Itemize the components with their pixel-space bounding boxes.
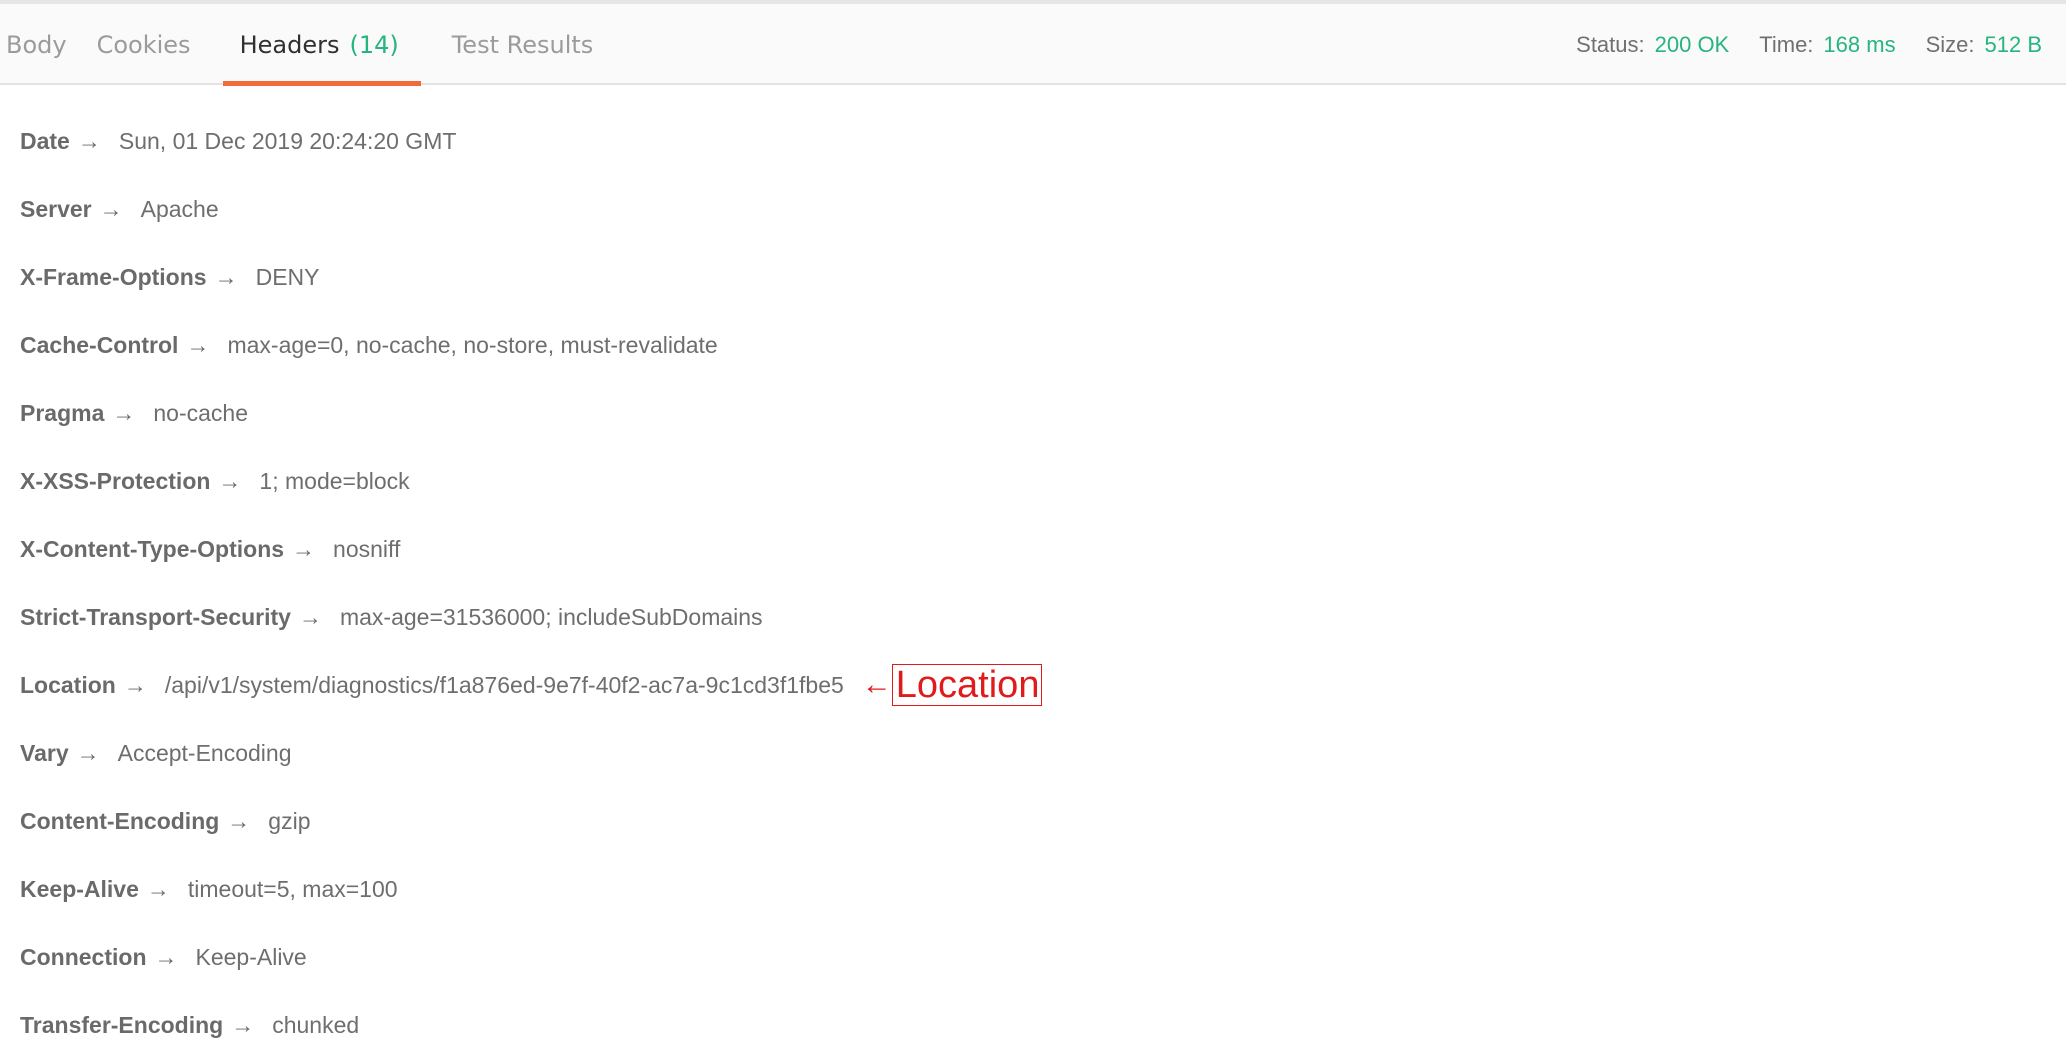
header-row: Date → Sun, 01 Dec 2019 20:24:20 GMT — [20, 107, 1042, 175]
header-value: chunked — [272, 1011, 360, 1038]
arrow-right-icon: → — [146, 875, 170, 902]
header-row: Vary → Accept-Encoding — [20, 719, 1042, 787]
header-row: X-Frame-Options → DENY — [20, 243, 1042, 311]
time-value[interactable]: 168 ms — [1823, 32, 1895, 57]
tab-headers[interactable]: Headers (14) — [222, 4, 421, 86]
header-value: timeout=5, max=100 — [187, 875, 398, 902]
header-value: max-age=31536000; includeSubDomains — [339, 603, 763, 630]
time-label: Time: — [1759, 31, 1814, 57]
header-row: X-Content-Type-Options → nosniff — [20, 515, 1042, 583]
header-key: Vary — [20, 739, 69, 766]
arrow-right-icon: → — [112, 399, 136, 426]
response-tabs: Body Cookies Headers (14) Test Results — [0, 4, 610, 86]
header-row: Cache-Control → max-age=0, no-cache, no-st… — [20, 311, 1042, 379]
tab-body-label: Body — [6, 30, 67, 59]
arrow-right-icon: → — [123, 671, 147, 698]
arrow-left-icon: ← — [861, 668, 892, 701]
header-value: Keep-Alive — [195, 943, 307, 970]
response-stats: Status: 200 OK Time: 168 ms Size: 512 B — [1576, 4, 2042, 85]
header-key: Date — [20, 127, 70, 154]
tab-cookies-label: Cookies — [96, 30, 191, 59]
location-annotation: ← Location — [862, 664, 1043, 706]
size-value[interactable]: 512 B — [1985, 32, 2043, 57]
header-value: DENY — [255, 263, 320, 290]
time-stat: Time: 168 ms — [1759, 32, 1895, 58]
status-label: Status: — [1576, 31, 1645, 57]
header-key: X-Frame-Options — [20, 263, 207, 290]
arrow-right-icon: → — [154, 943, 178, 970]
size-stat: Size: 512 B — [1926, 32, 2042, 58]
header-key: Content-Encoding — [20, 807, 220, 834]
tab-test-results-label: Test Results — [451, 30, 594, 59]
tab-test-results[interactable]: Test Results — [436, 4, 610, 85]
size-label: Size: — [1925, 31, 1975, 57]
header-row: Keep-Alive → timeout=5, max=100 — [20, 855, 1042, 923]
header-value: 1; mode=block — [259, 467, 410, 494]
header-key: Keep-Alive — [20, 875, 139, 902]
header-value: Apache — [140, 195, 219, 222]
header-value: max-age=0, no-cache, no-store, must-reva… — [227, 331, 718, 358]
tab-cookies[interactable]: Cookies — [97, 4, 223, 85]
annotation-label: Location — [891, 664, 1043, 706]
header-value: no-cache — [153, 399, 248, 426]
header-value: Sun, 01 Dec 2019 20:24:20 GMT — [118, 127, 457, 154]
header-value: gzip — [268, 807, 311, 834]
header-key: Location — [20, 671, 116, 698]
tab-body[interactable]: Body — [0, 4, 97, 85]
arrow-right-icon: → — [298, 603, 322, 630]
arrow-right-icon: → — [77, 127, 101, 154]
header-key: Cache-Control — [20, 331, 179, 358]
header-key: Connection — [20, 943, 147, 970]
header-row: Content-Encoding → gzip — [20, 787, 1042, 855]
header-row: Pragma → no-cache — [20, 379, 1042, 447]
header-row: Server → Apache — [20, 175, 1042, 243]
arrow-right-icon: → — [292, 535, 316, 562]
header-row: Location → /api/v1/system/diagnostics/f1a8… — [20, 651, 1043, 719]
header-key: Pragma — [20, 399, 105, 426]
arrow-right-icon: → — [186, 331, 210, 358]
header-key: Transfer-Encoding — [20, 1011, 224, 1038]
arrow-right-icon: → — [214, 263, 238, 290]
header-key: X-Content-Type-Options — [20, 535, 285, 562]
header-key: X-XSS-Protection — [20, 467, 211, 494]
header-value: Accept-Encoding — [117, 739, 292, 766]
tab-headers-label: Headers — [239, 30, 340, 59]
header-row: X-XSS-Protection → 1; mode=block — [20, 447, 1042, 515]
header-row: Transfer-Encoding → chunked — [20, 991, 1042, 1059]
status-value[interactable]: 200 OK — [1655, 32, 1730, 57]
header-row: Strict-Transport-Security → max-age=315360… — [20, 583, 1042, 651]
header-key: Server — [20, 195, 92, 222]
arrow-right-icon: → — [99, 195, 123, 222]
header-row: Connection → Keep-Alive — [20, 923, 1042, 991]
headers-list: Date → Sun, 01 Dec 2019 20:24:20 GMT Server… — [20, 107, 1043, 1059]
header-key: Strict-Transport-Security — [20, 603, 291, 630]
header-value: /api/v1/system/diagnostics/f1a876ed-9e7f… — [164, 671, 844, 698]
tab-headers-count: (14) — [349, 30, 399, 59]
arrow-right-icon: → — [231, 1011, 255, 1038]
status-stat: Status: 200 OK — [1576, 32, 1729, 58]
arrow-right-icon: → — [227, 807, 251, 834]
header-value: nosniff — [333, 535, 401, 562]
response-toolbar: Body Cookies Headers (14) Test Results S… — [0, 0, 2066, 86]
arrow-right-icon: → — [76, 739, 100, 766]
arrow-right-icon: → — [218, 467, 242, 494]
